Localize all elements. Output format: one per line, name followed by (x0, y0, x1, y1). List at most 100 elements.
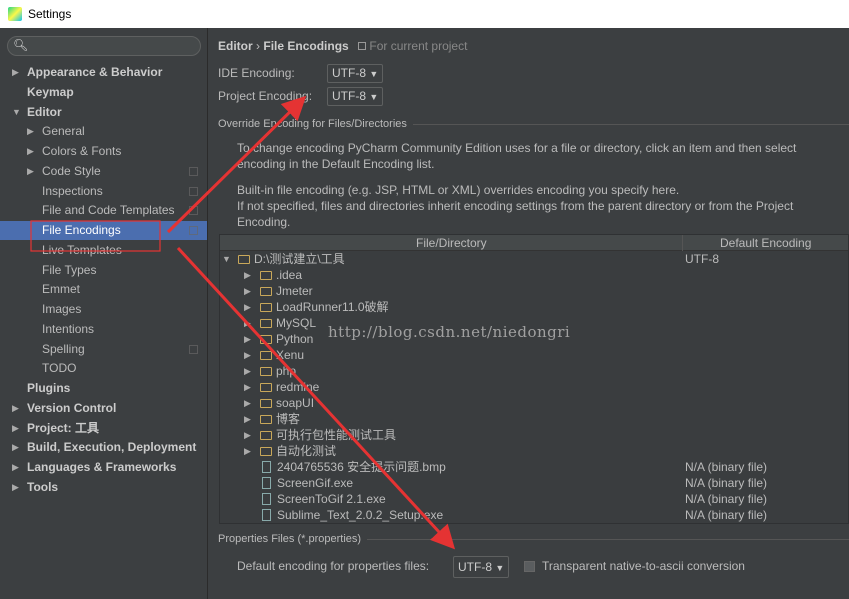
sidebar-item-label: Images (42, 302, 82, 317)
file-name: LoadRunner11.0破解 (276, 300, 389, 314)
table-row[interactable]: ▶ redmine (220, 379, 848, 395)
sidebar-item-intentions[interactable]: Intentions (0, 320, 207, 339)
table-row[interactable]: ▶ 可执行包性能测试工具 (220, 427, 848, 443)
ide-encoding-value: UTF-8 (332, 66, 366, 80)
description-paragraph: To change encoding PyCharm Community Edi… (237, 140, 843, 172)
project-encoding-select[interactable]: UTF-8 ▼ (327, 87, 384, 106)
file-name: 自动化测试 (276, 444, 337, 458)
table-row[interactable]: 2404765536 安全提示问题.bmp N/A (binary file) (220, 459, 848, 475)
chevron-right-icon[interactable]: ▶ (244, 347, 251, 363)
chevron-down-icon: ▼ (369, 69, 379, 79)
breadcrumb: Editor › File Encodings For current proj… (218, 39, 467, 53)
table-row[interactable]: ▶ 自动化测试 (220, 443, 848, 459)
project-encoding-value: UTF-8 (332, 89, 366, 103)
chevron-right-icon[interactable]: ▶ (27, 122, 34, 141)
chevron-right-icon[interactable]: ▶ (244, 331, 251, 347)
file-name: php (276, 364, 297, 378)
sidebar-item-label: Code Style (42, 163, 101, 178)
sidebar-item-spelling[interactable]: Spelling (0, 340, 207, 359)
chevron-right-icon[interactable]: ▶ (12, 478, 19, 497)
native-to-ascii-checkbox[interactable] (524, 561, 535, 572)
file-encoding[interactable]: UTF-8 (685, 251, 719, 267)
description-paragraph: Built-in file encoding (e.g. JSP, HTML o… (237, 182, 843, 230)
sidebar-item-version-control[interactable]: ▶ Version Control (0, 399, 207, 418)
table-row[interactable]: ▶ php (220, 363, 848, 379)
file-icon (262, 477, 271, 489)
table-row[interactable]: ▼ D:\测试建立\工具 UTF-8 (220, 251, 848, 267)
sidebar-item-label: Tools (27, 479, 59, 494)
table-row[interactable]: ▶ LoadRunner11.0破解 (220, 299, 848, 315)
chevron-right-icon[interactable]: ▶ (244, 315, 251, 331)
sidebar-item-emmet[interactable]: Emmet (0, 280, 207, 299)
breadcrumb-current: File Encodings (263, 39, 349, 53)
sidebar-item-file-types[interactable]: File Types (0, 261, 207, 280)
chevron-right-icon[interactable]: ▶ (244, 443, 251, 459)
table-row[interactable]: ▶ Jmeter (220, 283, 848, 299)
chevron-right-icon[interactable]: ▶ (244, 283, 251, 299)
sidebar-item-editor[interactable]: ▼ Editor (0, 103, 207, 122)
ide-encoding-select[interactable]: UTF-8 ▼ (327, 64, 384, 83)
folder-icon (260, 367, 272, 376)
chevron-right-icon[interactable]: ▶ (12, 419, 19, 438)
file-name: .idea (276, 268, 303, 282)
sidebar-item-code-style[interactable]: ▶ Code Style (0, 162, 207, 181)
sidebar-item-label: Inspections (42, 183, 103, 198)
file-encoding[interactable]: N/A (binary file) (685, 475, 767, 491)
table-row[interactable]: ▶ soapUI (220, 395, 848, 411)
sidebar-item-project[interactable]: ▶ Project: 工具 (0, 419, 207, 438)
sidebar-item-label: File Types (42, 262, 97, 277)
file-encoding[interactable]: N/A (binary file) (685, 507, 767, 523)
sidebar-item-tools[interactable]: ▶ Tools (0, 478, 207, 497)
chevron-right-icon[interactable]: ▶ (244, 379, 251, 395)
file-encoding[interactable]: N/A (binary file) (685, 459, 767, 475)
sidebar-item-file-and-code-templates[interactable]: File and Code Templates (0, 201, 207, 220)
file-encoding[interactable]: N/A (binary file) (685, 491, 767, 507)
sidebar-item-keymap[interactable]: Keymap (0, 83, 207, 102)
properties-encoding-select[interactable]: UTF-8 ▼ (453, 556, 510, 578)
file-name: 2404765536 安全提示问题.bmp (277, 460, 446, 474)
sidebar-item-todo[interactable]: TODO (0, 359, 207, 378)
chevron-right-icon[interactable]: ▶ (12, 438, 19, 457)
sidebar-item-general[interactable]: ▶ General (0, 122, 207, 141)
sidebar-item-appearance-behavior[interactable]: ▶ Appearance & Behavior (0, 63, 207, 82)
table-header: File/Directory Default Encoding (220, 235, 848, 251)
sidebar-item-languages-frameworks[interactable]: ▶ Languages & Frameworks (0, 458, 207, 477)
sidebar-item-colors-fonts[interactable]: ▶ Colors & Fonts (0, 142, 207, 161)
table-row[interactable]: ScreenToGif 2.1.exe N/A (binary file) (220, 491, 848, 507)
sidebar-item-label: Editor (27, 104, 62, 119)
sidebar-item-images[interactable]: Images (0, 300, 207, 319)
sidebar-item-plugins[interactable]: Plugins (0, 379, 207, 398)
sidebar-item-build-execution-deployment[interactable]: ▶ Build, Execution, Deployment (0, 438, 207, 457)
chevron-right-icon[interactable]: ▶ (244, 411, 251, 427)
column-header-encoding[interactable]: Default Encoding (720, 236, 811, 250)
table-row[interactable]: ▶ 博客 (220, 411, 848, 427)
chevron-right-icon[interactable]: ▶ (244, 395, 251, 411)
folder-icon (260, 271, 272, 280)
table-row[interactable]: ScreenGif.exe N/A (binary file) (220, 475, 848, 491)
chevron-right-icon[interactable]: ▶ (244, 299, 251, 315)
chevron-right-icon[interactable]: ▶ (27, 162, 34, 181)
sidebar-item-live-templates[interactable]: Live Templates (0, 241, 207, 260)
chevron-right-icon[interactable]: ▶ (27, 142, 34, 161)
chevron-right-icon[interactable]: ▶ (12, 458, 19, 477)
search-input[interactable]: 🔍︎ (7, 36, 201, 56)
sidebar-item-label: Plugins (27, 381, 71, 396)
table-row[interactable]: ▶ .idea (220, 267, 848, 283)
project-scope-icon (189, 226, 198, 236)
column-header-file[interactable]: File/Directory (416, 236, 487, 250)
chevron-right-icon[interactable]: ▶ (12, 63, 19, 82)
chevron-right-icon[interactable]: ▶ (244, 267, 251, 283)
chevron-down-icon[interactable]: ▼ (222, 251, 231, 267)
file-name: 可执行包性能测试工具 (276, 428, 397, 442)
table-row[interactable]: Sublime_Text_2.0.2_Setup.exe N/A (binary … (220, 507, 848, 523)
chevron-down-icon[interactable]: ▼ (12, 103, 21, 122)
properties-encoding-value: UTF-8 (458, 560, 492, 574)
table-row[interactable]: ▶ Xenu (220, 347, 848, 363)
sidebar-item-file-encodings[interactable]: File Encodings (0, 221, 207, 241)
chevron-right-icon[interactable]: ▶ (244, 363, 251, 379)
chevron-right-icon[interactable]: ▶ (12, 399, 19, 418)
native-to-ascii-label[interactable]: Transparent native-to-ascii conversion (542, 559, 745, 573)
chevron-right-icon[interactable]: ▶ (244, 427, 251, 443)
sidebar-item-inspections[interactable]: Inspections (0, 182, 207, 201)
file-name: ScreenGif.exe (277, 476, 354, 490)
